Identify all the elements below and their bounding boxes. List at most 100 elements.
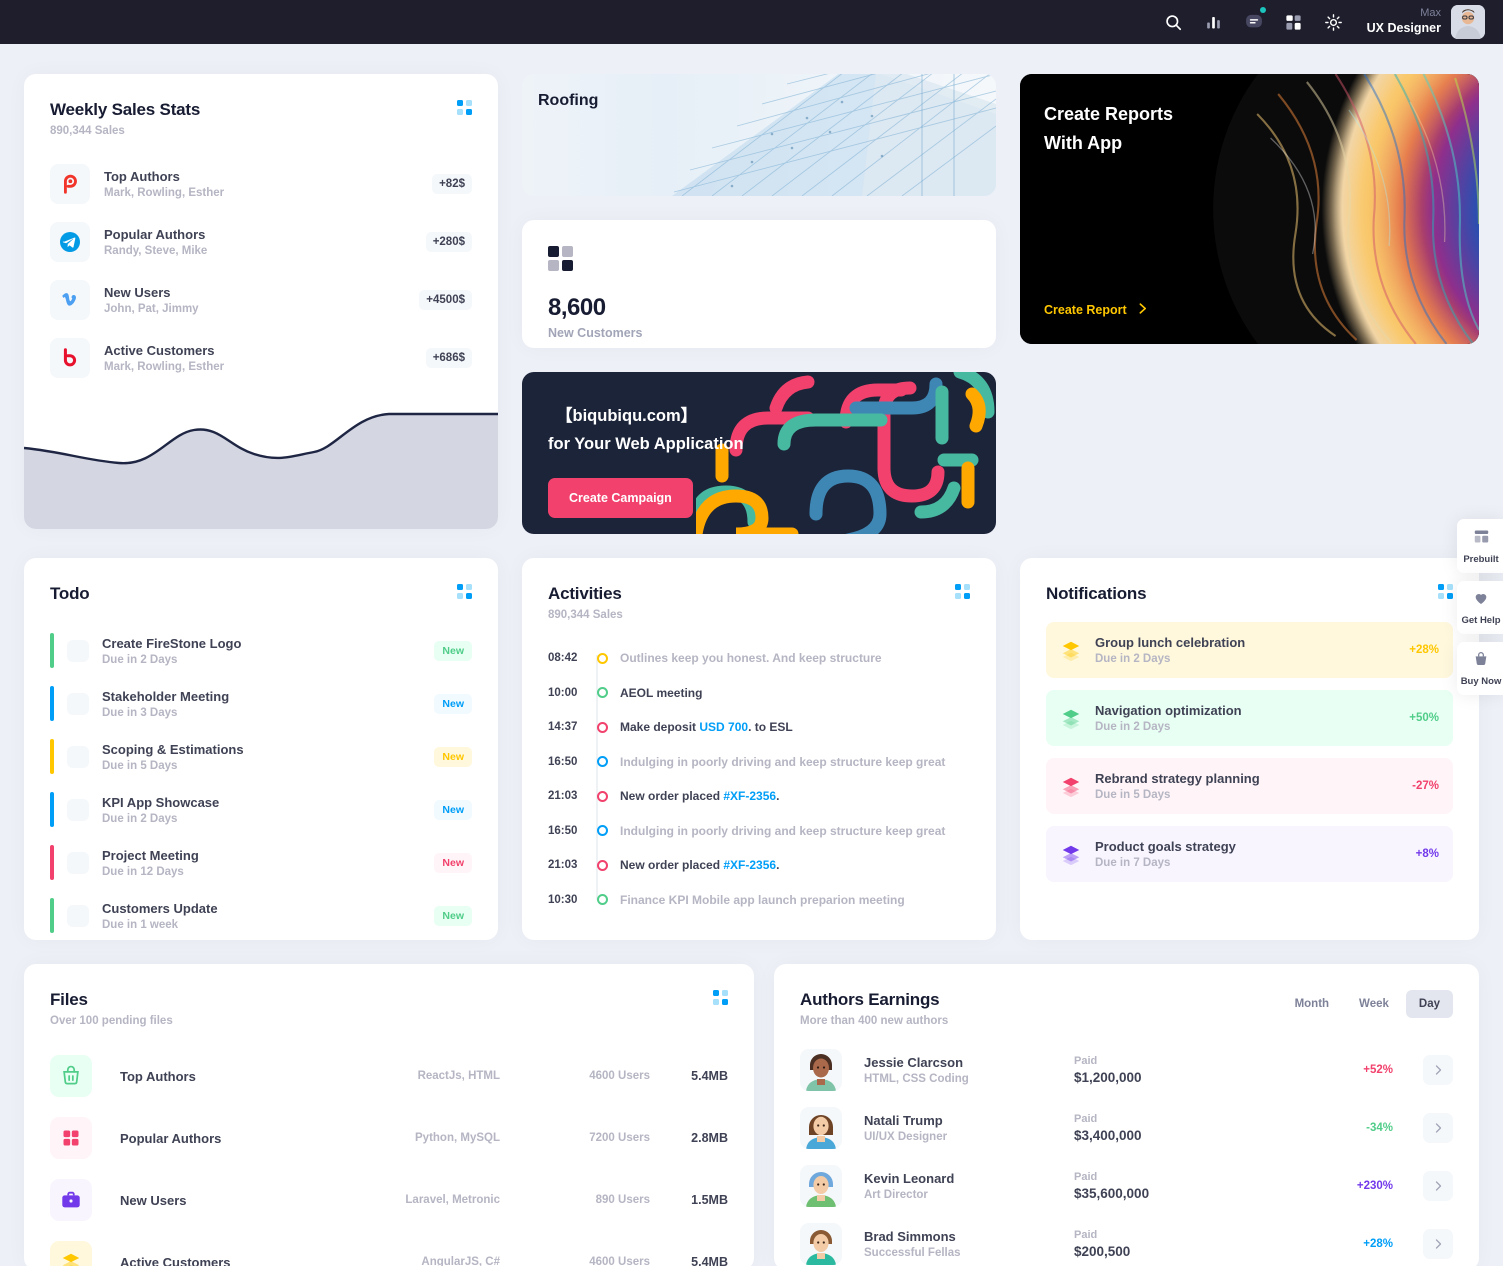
notification-name: Navigation optimization [1095, 703, 1242, 718]
create-campaign-button[interactable]: Create Campaign [548, 478, 693, 518]
create-report-link[interactable]: Create Report [1044, 302, 1149, 318]
timeline-dot-icon [597, 652, 608, 664]
list-item[interactable]: Scoping & Estimations Due in 5 Days New [50, 730, 472, 783]
todo-checkbox[interactable] [67, 798, 89, 821]
list-item[interactable]: 16:50 Indulging in poorly driving and kee… [548, 814, 970, 849]
topbar-icon-group [1163, 7, 1345, 33]
todo-checkbox[interactable] [67, 904, 89, 927]
avatar [800, 1223, 842, 1265]
grid-menu-icon[interactable] [713, 990, 728, 1005]
table-row[interactable]: Active Customers AngularJS, C# 4600 Users 5… [50, 1231, 728, 1266]
timeline-dot-icon [597, 721, 608, 733]
list-item-amount: +4500$ [419, 290, 472, 310]
todo-checkbox[interactable] [67, 745, 89, 768]
list-item[interactable]: 21:03 New order placed #XF-2356. [548, 779, 970, 814]
notifications-card: Notifications Group lunch celebration Due… [1020, 558, 1479, 940]
tab-week[interactable]: Week [1346, 990, 1402, 1018]
status-badge: New [434, 799, 472, 820]
avatar[interactable] [1451, 5, 1485, 39]
activities-card: Activities 890,344 Sales 08:42 Outlines k… [522, 558, 996, 940]
list-item[interactable]: 10:30 Finance KPI Mobile app launch prepa… [548, 883, 970, 918]
list-item[interactable]: Active Customers Mark, Rowling, Esther +… [50, 329, 472, 387]
priority-bar [50, 686, 54, 721]
paid-amount: $200,500 [1074, 1244, 1131, 1259]
table-row[interactable]: Brad Simmons Successful Fellas Paid $200,50… [800, 1215, 1453, 1266]
list-item[interactable]: 10:00 AEOL meeting [548, 676, 970, 711]
tab-day[interactable]: Day [1405, 990, 1453, 1018]
user-menu[interactable]: Max UX Designer [1367, 5, 1485, 39]
table-row[interactable]: Natali Trump UI/UX Designer Paid $3,400,000… [800, 1099, 1453, 1157]
list-item[interactable]: Project Meeting Due in 12 Days New [50, 836, 472, 889]
todo-checkbox[interactable] [67, 639, 89, 662]
grid-apps-icon[interactable] [1283, 11, 1305, 33]
create-reports-card: Create Reports With App Create Report [1020, 74, 1479, 344]
chart-bar-icon[interactable] [1203, 11, 1225, 33]
activity-time: 21:03 [548, 859, 578, 872]
list-item-text: Navigation optimization Due in 2 Days [1095, 703, 1396, 733]
files-title: Files [50, 990, 88, 1009]
list-item[interactable]: Navigation optimization Due in 2 Days +50% [1046, 690, 1453, 746]
layers-icon [1060, 707, 1082, 729]
list-item[interactable]: 08:42 Outlines keep you honest. And keep … [548, 641, 970, 676]
table-row[interactable]: Kevin Leonard Art Director Paid $35,600,000… [800, 1157, 1453, 1215]
list-item-text: Product goals strategy Due in 7 Days [1095, 839, 1403, 869]
list-item[interactable]: Product goals strategy Due in 7 Days +8% [1046, 826, 1453, 882]
list-item[interactable]: New Users John, Pat, Jimmy +4500$ [50, 271, 472, 329]
author-role: UI/UX Designer [864, 1131, 948, 1143]
file-users: 4600 Users [589, 1070, 650, 1082]
list-item[interactable]: Customers Update Due in 1 week New [50, 889, 472, 942]
list-item[interactable]: Create FireStone Logo Due in 2 Days New [50, 624, 472, 677]
prebuilt-button[interactable]: Prebuilt [1457, 519, 1503, 573]
list-item-amount: +82$ [432, 174, 472, 194]
grid-menu-icon[interactable] [457, 584, 472, 599]
chat-unread-dot [1259, 7, 1266, 13]
list-item-text: KPI App Showcase Due in 2 Days [102, 795, 421, 825]
list-item[interactable]: Group lunch celebration Due in 2 Days +28% [1046, 622, 1453, 678]
todo-checkbox[interactable] [67, 851, 89, 874]
author-info: Kevin Leonard Art Director [864, 1171, 1074, 1201]
list-item[interactable]: Stakeholder Meeting Due in 3 Days New [50, 677, 472, 730]
timeline-dot-icon [597, 894, 608, 906]
activity-link[interactable]: #XF-2356 [723, 789, 776, 803]
chevron-right-icon[interactable] [1423, 1055, 1453, 1085]
list-item[interactable]: Rebrand strategy planning Due in 5 Days -2… [1046, 758, 1453, 814]
todo-checkbox[interactable] [67, 692, 89, 715]
activity-link[interactable]: #XF-2356 [723, 858, 776, 872]
list-item[interactable]: KPI App Showcase Due in 2 Days New [50, 783, 472, 836]
grid-menu-icon[interactable] [1438, 584, 1453, 599]
get-help-button[interactable]: Get Help [1457, 581, 1503, 634]
list-item[interactable]: 16:50 Indulging in poorly driving and kee… [548, 745, 970, 780]
todo-due: Due in 3 Days [102, 706, 178, 719]
theme-sun-icon[interactable] [1323, 11, 1345, 33]
grid-menu-icon[interactable] [457, 100, 472, 115]
files-header: Files Over 100 pending files [24, 964, 754, 1027]
list-item[interactable]: Popular Authors Randy, Steve, Mike +280$ [50, 213, 472, 271]
buy-now-button[interactable]: Buy Now [1457, 642, 1503, 695]
list-item[interactable]: Top Authors Mark, Rowling, Esther +82$ [50, 155, 472, 213]
timeline-dot-icon [597, 859, 608, 871]
list-item[interactable]: 14:37 Make deposit USD 700. to ESL [548, 710, 970, 745]
tab-month[interactable]: Month [1282, 990, 1342, 1018]
activity-link[interactable]: USD 700 [699, 720, 748, 734]
list-item-title: New Users [104, 285, 171, 300]
roofing-card[interactable]: Roofing [522, 74, 996, 196]
author-percent: +28% [1363, 1238, 1393, 1250]
file-size: 5.4MB [691, 1255, 728, 1266]
status-badge: New [434, 746, 472, 767]
chevron-right-icon[interactable] [1423, 1113, 1453, 1143]
list-item[interactable]: 21:03 New order placed #XF-2356. [548, 848, 970, 883]
list-item-amount: +686$ [425, 348, 472, 368]
dashboard-page: Weekly Sales Stats 890,344 Sales Top Aut… [0, 44, 1503, 1266]
priority-bar [50, 633, 54, 668]
table-row[interactable]: Jessie Clarcson HTML, CSS Coding Paid $1,20… [800, 1041, 1453, 1099]
squares-icon [50, 1117, 92, 1159]
chevron-right-icon[interactable] [1423, 1171, 1453, 1201]
grid-menu-icon[interactable] [955, 584, 970, 599]
table-row[interactable]: Popular Authors Python, MySQL 7200 Users 2.… [50, 1107, 728, 1169]
table-row[interactable]: New Users Laravel, Metronic 890 Users 1.5MB [50, 1169, 728, 1231]
chevron-right-icon[interactable] [1423, 1229, 1453, 1259]
activity-text: Finance KPI Mobile app launch preparion … [620, 892, 905, 907]
chat-icon[interactable] [1243, 7, 1266, 33]
table-row[interactable]: Top Authors ReactJs, HTML 4600 Users 5.4MB [50, 1045, 728, 1107]
search-icon[interactable] [1163, 11, 1185, 33]
